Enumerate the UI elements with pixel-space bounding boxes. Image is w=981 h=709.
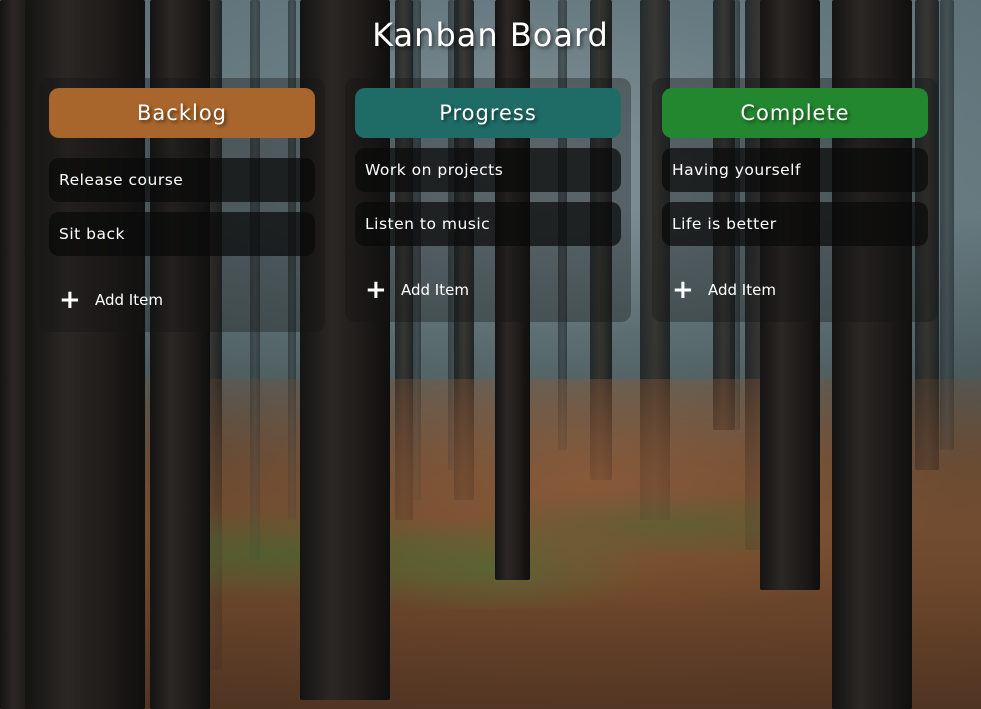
add-item-label: Add Item xyxy=(401,281,469,299)
add-item-label: Add Item xyxy=(708,281,776,299)
list-item[interactable]: Listen to music xyxy=(355,202,621,246)
column-complete: Complete Having yourself Life is better … xyxy=(652,78,938,322)
add-item-button-progress[interactable]: + Add Item xyxy=(365,275,469,305)
item-list-complete: Having yourself Life is better xyxy=(662,148,928,246)
list-item[interactable]: Having yourself xyxy=(662,148,928,192)
add-item-button-backlog[interactable]: + Add Item xyxy=(59,285,163,315)
column-progress: Progress Work on projects Listen to musi… xyxy=(345,78,631,322)
item-list-progress: Work on projects Listen to music xyxy=(355,148,621,246)
column-backlog: Backlog Release course Sit back + Add It… xyxy=(39,78,325,332)
list-item[interactable]: Sit back xyxy=(49,212,315,256)
add-item-label: Add Item xyxy=(95,291,163,309)
column-header-backlog: Backlog xyxy=(49,88,315,138)
plus-icon: + xyxy=(59,285,81,315)
column-header-progress: Progress xyxy=(355,88,621,138)
kanban-app: Kanban Board Backlog Release course Sit … xyxy=(0,0,981,709)
plus-icon: + xyxy=(672,275,694,305)
list-item[interactable]: Work on projects xyxy=(355,148,621,192)
column-header-complete: Complete xyxy=(662,88,928,138)
add-item-button-complete[interactable]: + Add Item xyxy=(672,275,776,305)
plus-icon: + xyxy=(365,275,387,305)
list-item[interactable]: Life is better xyxy=(662,202,928,246)
item-list-backlog: Release course Sit back xyxy=(49,158,315,256)
list-item[interactable]: Release course xyxy=(49,158,315,202)
page-title: Kanban Board xyxy=(372,16,609,54)
